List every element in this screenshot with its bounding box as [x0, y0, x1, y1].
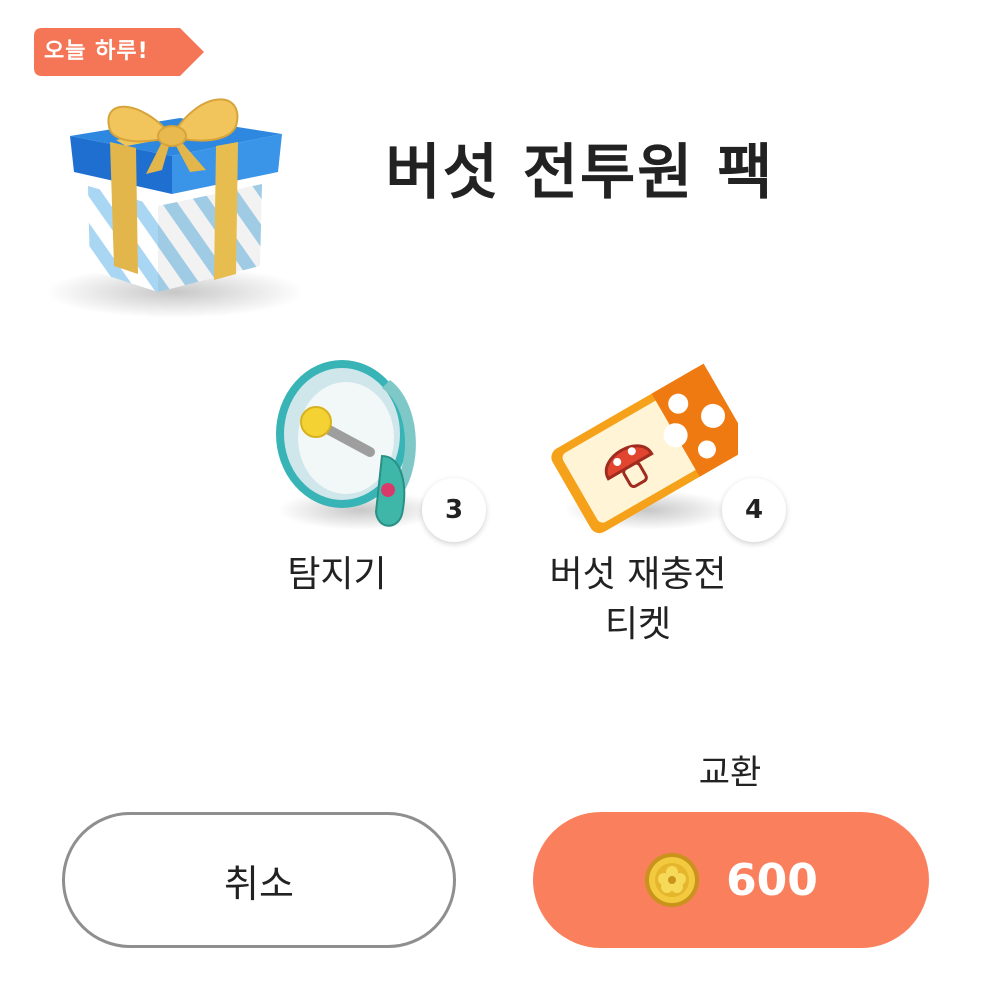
mushroom-ticket-icon [551, 363, 738, 534]
cancel-button[interactable]: 취소 [62, 812, 456, 948]
cancel-button-label: 취소 [224, 861, 294, 906]
reward-name: 탐지기 [287, 554, 387, 595]
badge-label: 오늘 하루! [44, 39, 149, 64]
today-only-badge: 오늘 하루! [34, 28, 204, 76]
reward-name-line2: 티켓 [604, 604, 672, 645]
reward-count-badge: 3 [422, 478, 486, 542]
reward-item-ticket: 4 버섯 재충전 티켓 [538, 360, 798, 660]
gold-coin-icon [645, 853, 700, 907]
reward-item-detector: 3 탐지기 [262, 360, 522, 660]
reward-name-line1: 버섯 재충전 [549, 554, 727, 595]
exchange-label: 교환 [698, 753, 762, 793]
reward-count-badge: 4 [722, 478, 786, 542]
gift-box-icon [40, 78, 305, 318]
exchange-price: 600 [726, 854, 818, 906]
exchange-button[interactable]: 600 [533, 812, 929, 948]
pack-title: 버섯 전투원 팩 [385, 138, 775, 208]
